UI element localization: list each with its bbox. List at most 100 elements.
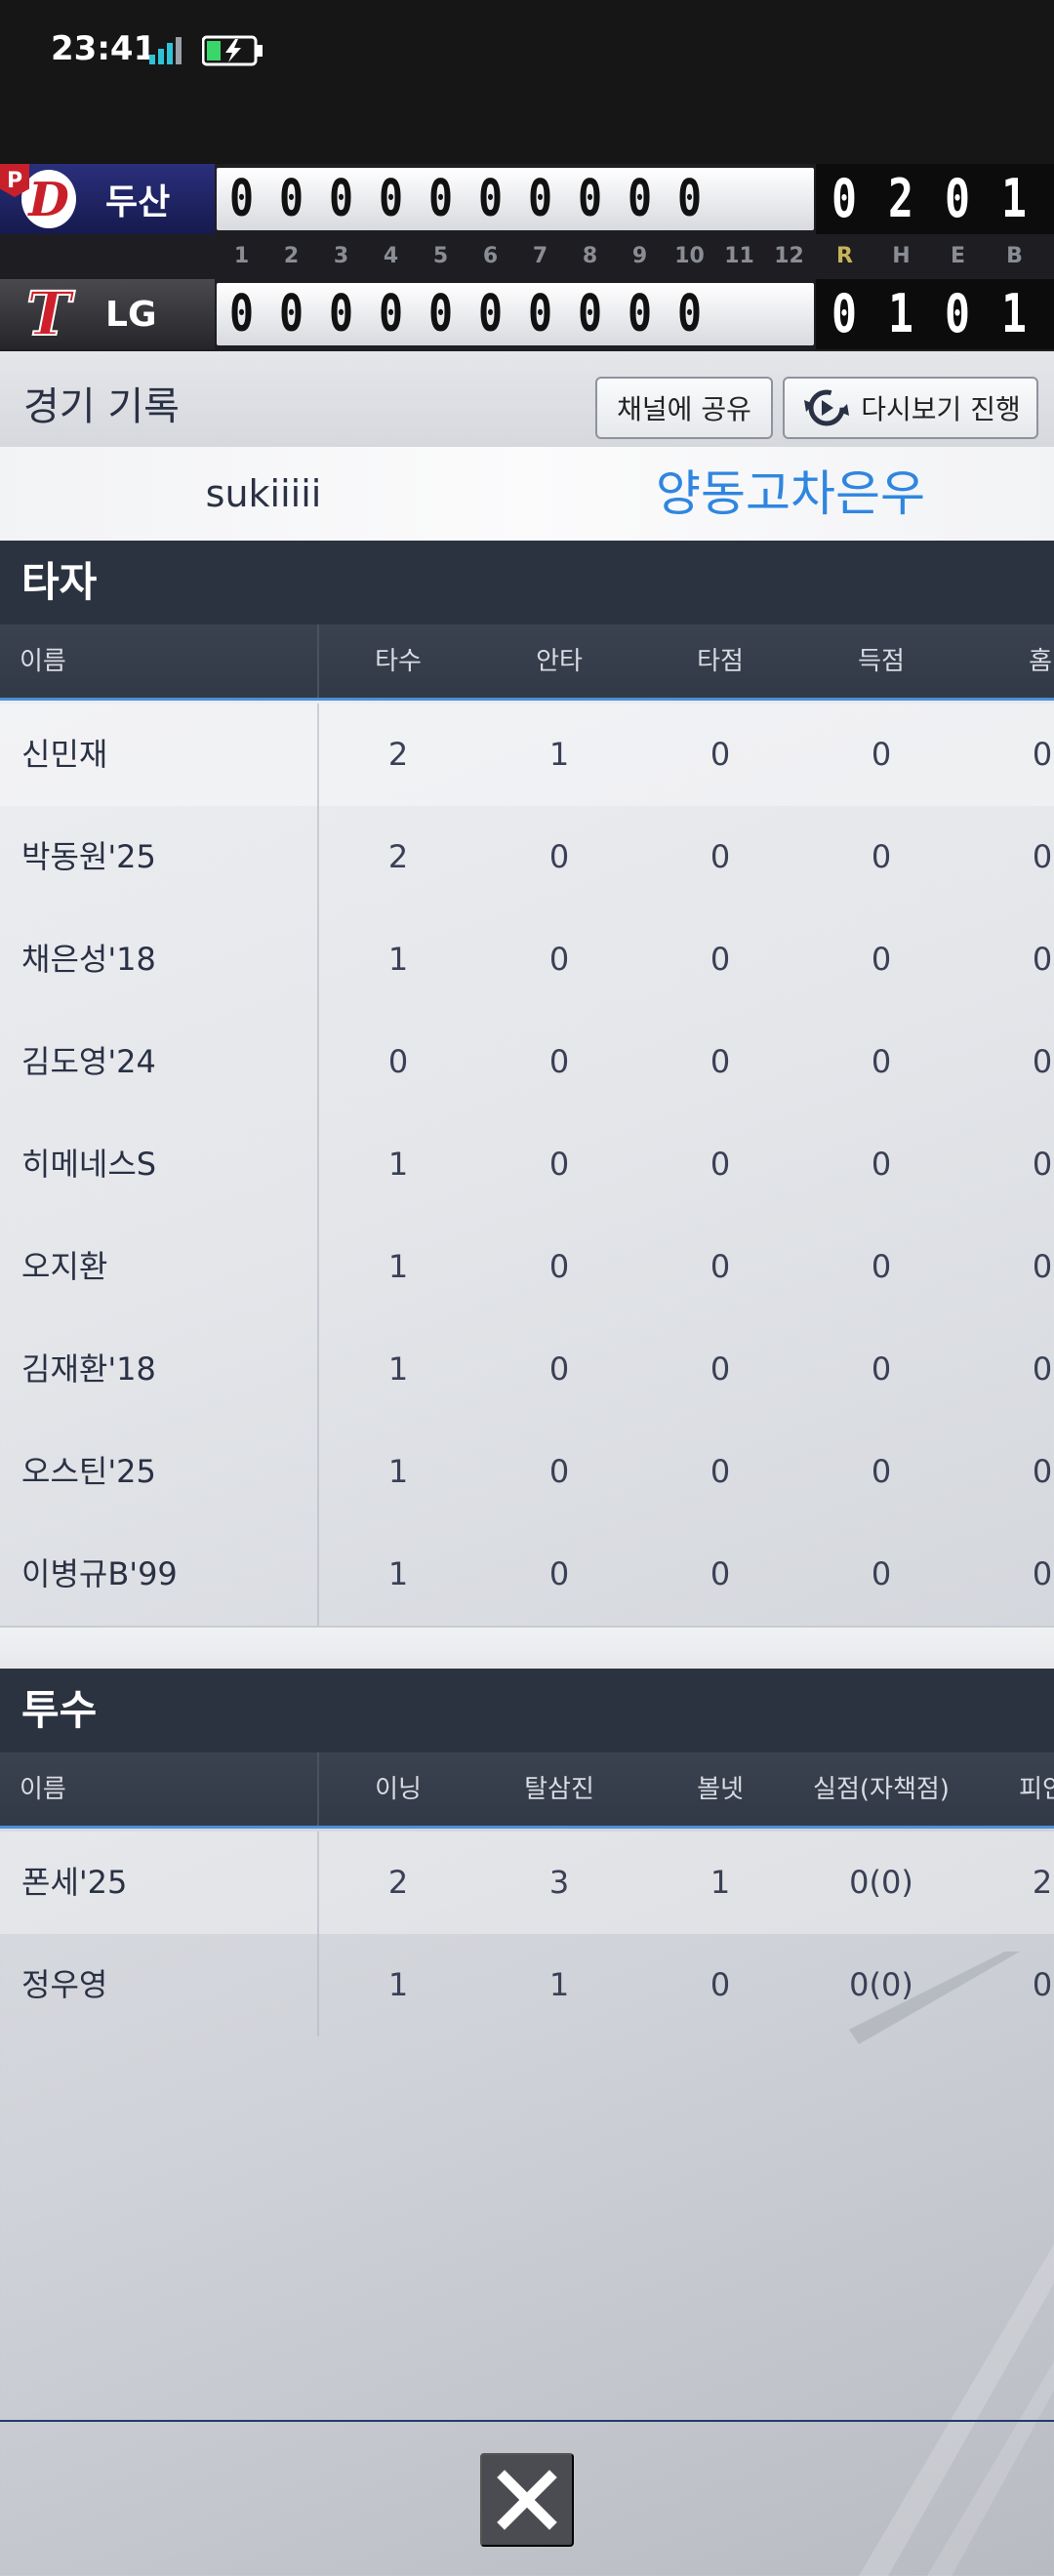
rheb-label-b: B [1006, 244, 1023, 268]
away-inning-scores: 0 0 0 0 0 0 0 0 0 0 [217, 168, 814, 230]
home-team-badge: T LG [0, 279, 215, 349]
table-row[interactable]: 히메네스S 1 0 0 0 0 [0, 1113, 1054, 1216]
table-row[interactable]: 오스틴'25 1 0 0 0 0 [0, 1421, 1054, 1523]
row-divider [317, 1113, 319, 1216]
batter-ab: 0 [387, 1043, 409, 1080]
replay-icon [804, 389, 850, 426]
home-inning-9: 0 [627, 285, 653, 343]
table-row[interactable]: 오지환 1 0 0 0 0 [0, 1216, 1054, 1318]
table-row[interactable]: 채은성'18 1 0 0 0 0 [0, 908, 1054, 1011]
home-rheb: 0 1 0 1 [816, 279, 1054, 349]
home-inning-3: 0 [328, 285, 354, 343]
record-title: 경기 기록 [23, 384, 180, 429]
pitcher-ip: 2 [387, 1864, 409, 1901]
inning-label: 10 [674, 244, 705, 268]
inning-label: 5 [432, 244, 449, 268]
batter-rbi: 0 [709, 736, 731, 773]
col-runs: 득점 [858, 647, 905, 676]
status-bar: 23:41 [0, 0, 1054, 164]
pitchers-column-header: 이름 이닝 탈삼진 볼넷 실점(자책점) 피안타 [0, 1752, 1054, 1829]
away-inning-6: 0 [477, 170, 504, 228]
signal-icon [149, 37, 182, 64]
away-runs: 0 [831, 168, 857, 229]
batters-column-header: 이름 타수 안타 타점 득점 홈런 [0, 624, 1054, 701]
batter-r: 0 [871, 1248, 892, 1285]
col-hits-allowed: 피안타 [1019, 1775, 1054, 1804]
batter-ab: 1 [387, 1248, 409, 1285]
inning-label: 11 [724, 244, 754, 268]
table-row[interactable]: 김재환'18 1 0 0 0 0 [0, 1318, 1054, 1421]
players-row: sukiiiii 양동고차은우 [0, 447, 1054, 541]
row-divider [317, 1831, 319, 1934]
pitcher-so: 1 [548, 1966, 570, 2003]
home-logo-letter: T [26, 282, 75, 346]
row-divider [317, 806, 319, 908]
away-inning-10: 0 [676, 170, 703, 228]
close-button[interactable] [480, 2453, 574, 2547]
batter-rbi: 0 [709, 1146, 731, 1183]
batter-hr: 0 [1032, 838, 1053, 875]
table-row[interactable]: 신민재 2 1 0 0 0 [0, 704, 1054, 806]
inning-label: 7 [532, 244, 548, 268]
home-runs: 0 [831, 283, 857, 344]
row-divider [317, 1011, 319, 1113]
col-innings: 이닝 [375, 1775, 422, 1804]
batter-rbi: 0 [709, 1453, 731, 1490]
pitchers-section-title: 투수 [0, 1669, 1054, 1752]
col-hits: 안타 [536, 647, 583, 676]
batter-r: 0 [871, 1453, 892, 1490]
column-divider [317, 1752, 319, 1826]
status-time: 23:41 [51, 29, 157, 68]
inning-label: 1 [233, 244, 250, 268]
batter-r: 0 [871, 1555, 892, 1592]
batter-name: 히메네스S [21, 1146, 157, 1183]
row-divider [317, 1421, 319, 1523]
share-to-channel-button[interactable]: 채널에 공유 [595, 377, 773, 439]
footer-divider [0, 2420, 1054, 2422]
batter-name: 김도영'24 [21, 1043, 156, 1080]
batter-r: 0 [871, 1146, 892, 1183]
batter-ab: 1 [387, 1146, 409, 1183]
replay-button[interactable]: 다시보기 진행 [783, 377, 1038, 439]
home-inning-6: 0 [477, 285, 504, 343]
batter-ab: 2 [387, 736, 409, 773]
table-row[interactable]: 박동원'25 2 0 0 0 0 [0, 806, 1054, 908]
batter-name: 김재환'18 [21, 1350, 156, 1388]
away-team-row: D 두산 P 0 0 0 0 0 0 0 0 0 0 0 2 0 1 [0, 164, 1054, 234]
inning-label: 9 [631, 244, 648, 268]
batter-name: 박동원'25 [21, 838, 156, 875]
table-row[interactable]: 김도영'24 0 0 0 0 0 [0, 1011, 1054, 1113]
home-inning-scores: 0 0 0 0 0 0 0 0 0 0 [217, 283, 814, 345]
batter-ab: 1 [387, 1350, 409, 1388]
batter-h: 0 [548, 838, 570, 875]
batter-hr: 0 [1032, 736, 1053, 773]
table-row[interactable]: 이병규B'99 1 0 0 0 0 [0, 1523, 1054, 1626]
table-row[interactable]: 폰세'25 2 3 1 0(0) 2 [0, 1831, 1054, 1934]
pitcher-bb: 1 [709, 1864, 731, 1901]
row-divider [317, 1318, 319, 1421]
batter-hr: 0 [1032, 1248, 1053, 1285]
col-walks: 볼넷 [697, 1775, 744, 1804]
row-divider [317, 1934, 319, 2036]
pitcher-er: 0(0) [849, 1864, 913, 1901]
batter-r: 0 [871, 1350, 892, 1388]
batter-h: 0 [548, 1043, 570, 1080]
batter-hr: 0 [1032, 1350, 1053, 1388]
home-inning-5: 0 [427, 285, 454, 343]
row-divider [317, 908, 319, 1011]
batter-h: 0 [548, 941, 570, 978]
away-inning-2: 0 [278, 170, 304, 228]
home-team-row: T LG 0 0 0 0 0 0 0 0 0 0 0 1 0 1 [0, 279, 1054, 349]
batter-name: 오스틴'25 [21, 1453, 156, 1490]
batter-h: 0 [548, 1248, 570, 1285]
batter-r: 0 [871, 838, 892, 875]
battery-charging-icon [202, 35, 263, 66]
batter-hr: 0 [1032, 941, 1053, 978]
pitcher-ha: 2 [1032, 1864, 1053, 1901]
rheb-label-e: E [950, 244, 966, 268]
inning-label: 8 [582, 244, 598, 268]
batter-rbi: 0 [709, 1043, 731, 1080]
batter-hr: 0 [1032, 1043, 1053, 1080]
col-home-runs: 홈런 [1029, 647, 1054, 676]
away-errors: 0 [944, 168, 970, 229]
